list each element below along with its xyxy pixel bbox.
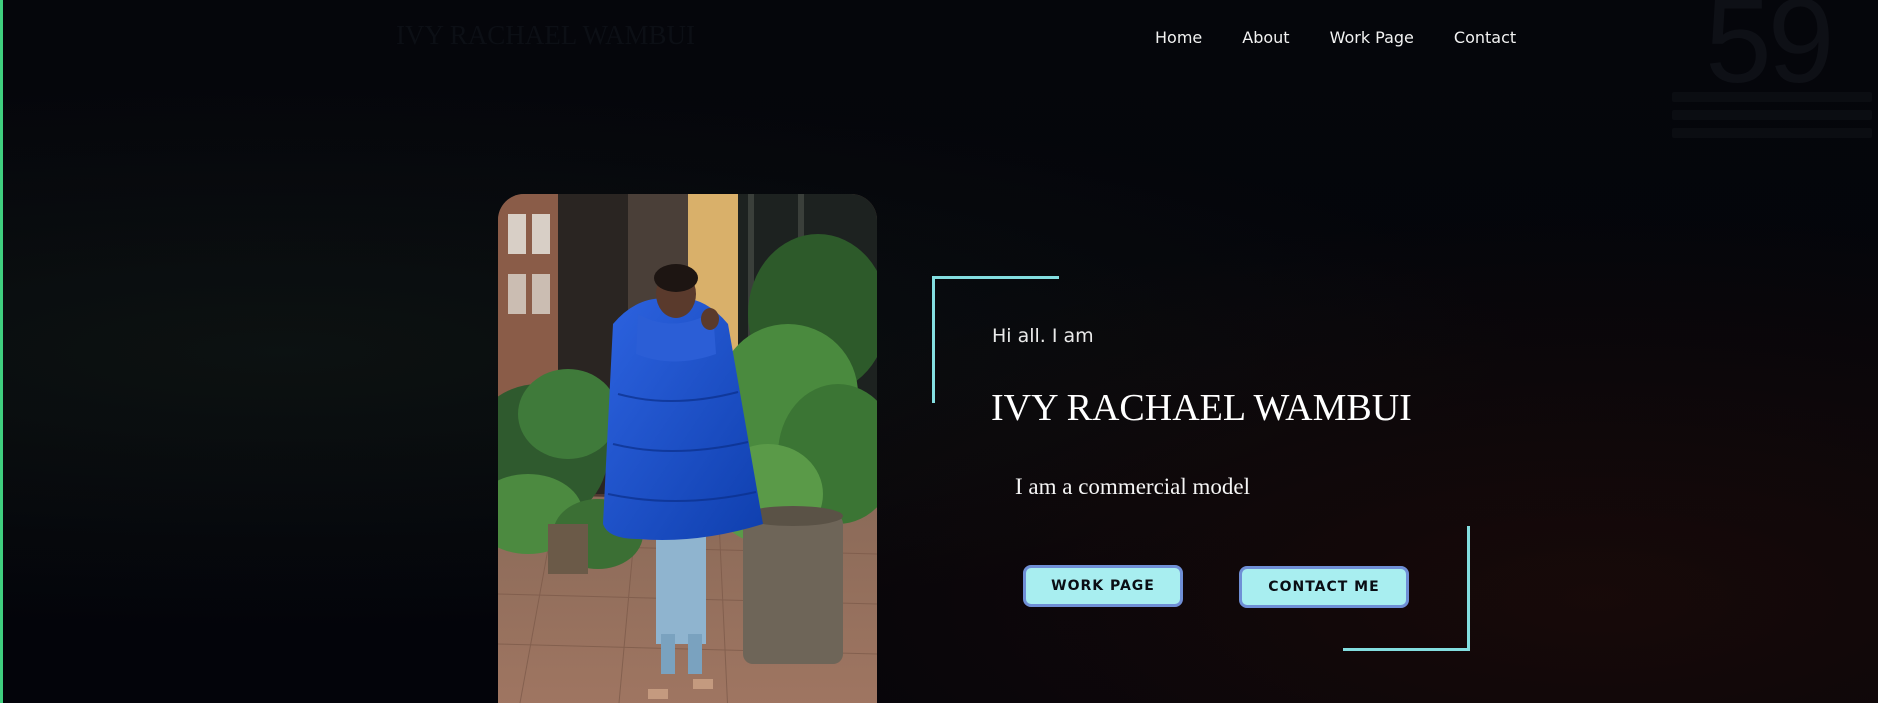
page: 59 IVY RACHAEL WAMBUI Home About Work Pa…	[0, 0, 1878, 703]
left-accent-bar	[0, 0, 3, 703]
model-photo-illustration	[498, 194, 877, 703]
brand-logo[interactable]: IVY RACHAEL WAMBUI	[396, 20, 695, 51]
background-line	[1672, 110, 1872, 120]
nav-work-page[interactable]: Work Page	[1330, 28, 1414, 47]
background-line	[1672, 92, 1872, 102]
background-line	[1672, 128, 1872, 138]
work-page-button[interactable]: WORK PAGE	[1023, 565, 1183, 607]
hero-subtitle: I am a commercial model	[1015, 474, 1251, 499]
background-decoration	[1672, 92, 1872, 146]
main-nav: Home About Work Page Contact	[1155, 28, 1516, 47]
nav-home[interactable]: Home	[1155, 28, 1202, 47]
hero-greeting: Hi all. I am	[992, 325, 1094, 347]
nav-about[interactable]: About	[1242, 28, 1289, 47]
hero-photo	[498, 194, 877, 703]
hero-name: IVY RACHAEL WAMBUI	[991, 387, 1412, 429]
contact-me-button[interactable]: CONTACT ME	[1239, 566, 1409, 608]
nav-contact[interactable]: Contact	[1454, 28, 1516, 47]
